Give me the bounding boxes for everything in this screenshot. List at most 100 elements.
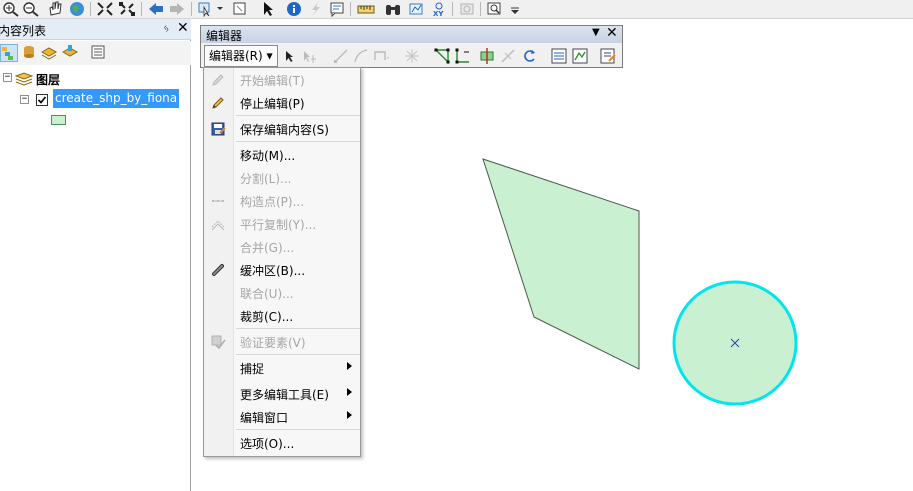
menu-item-label: 缓冲区(B)... [240,264,306,278]
layer-symbol-swatch[interactable] [51,115,66,125]
measure-icon[interactable] [357,1,375,17]
forward-arrow-icon[interactable] [168,1,186,17]
sketch-properties-icon[interactable] [571,47,589,65]
reshape-feature-icon[interactable] [454,47,472,65]
chevron-down-icon: ▼ [266,51,273,61]
menu-item[interactable]: 平行复制(Y)... [204,213,360,235]
edit-annotation-tool-icon[interactable] [300,47,318,65]
toolbar-separator [90,2,91,16]
menu-item[interactable]: 构造点(P)... [204,190,360,212]
submenu-arrow-icon [347,362,352,370]
submenu-arrow-icon [347,388,352,396]
menu-item-label: 合并(G)... [240,241,295,255]
go-to-xy-icon[interactable]: XY [430,1,448,17]
copy-parallel-icon [210,216,226,232]
create-features-icon[interactable] [599,47,617,65]
select-elements-arrow-icon[interactable] [258,1,276,17]
list-by-selection-icon[interactable] [62,44,80,62]
layers-root-label[interactable]: 图层 [36,71,60,88]
toc-title: 内容列表 [0,24,47,38]
buffer-icon [210,262,226,278]
edit-tool-arrow-icon[interactable] [280,47,298,65]
menu-item-label: 停止编辑(P) [240,97,305,111]
svg-text:XY: XY [433,10,444,17]
menu-item[interactable]: 选项(O)... [204,432,360,454]
back-arrow-icon[interactable] [147,1,165,17]
menu-item[interactable]: 合并(G)... [204,236,360,258]
end-point-arc-icon[interactable] [352,47,370,65]
zoom-in-icon[interactable] [2,1,20,17]
zoom-out-icon[interactable] [22,1,40,17]
toolbar-separator [350,2,351,16]
menu-item[interactable]: 移动(M)... [204,144,360,166]
close-icon[interactable]: ✕ [606,25,618,41]
menu-item[interactable]: 开始编辑(T) [204,69,360,91]
toolbar-options-chevron-icon[interactable] [506,1,519,17]
menu-separator [236,141,360,142]
cut-polygons-icon[interactable] [478,47,496,65]
time-slider-icon[interactable] [458,1,476,17]
pin-icon[interactable]: ᛃ [163,22,170,35]
menu-item-label: 选项(O)... [240,437,295,451]
toolbar-separator [191,2,192,16]
identify-icon[interactable] [285,1,303,17]
create-viewer-window-icon[interactable] [485,1,503,17]
menu-item[interactable]: 编辑窗口 [204,406,360,428]
toolbar-separator [452,2,453,16]
hyperlink-icon[interactable] [306,1,324,17]
menu-item[interactable]: 裁剪(C)... [204,305,360,327]
layer-visibility-checkbox[interactable] [36,94,48,106]
full-extent-globe-icon[interactable] [68,1,86,17]
chevron-down-icon[interactable] [214,1,232,17]
split-tool-icon[interactable] [499,47,517,65]
polygon-feature[interactable] [482,158,640,370]
menu-item[interactable]: 捕捉 [204,357,360,379]
menu-item-label: 裁剪(C)... [240,310,294,324]
select-features-icon[interactable] [196,1,214,17]
menu-item[interactable]: 保存编辑内容(S) [204,118,360,140]
trace-tool-icon[interactable] [372,47,390,65]
edit-vertices-icon[interactable] [433,47,451,65]
editor-toolbar-title-bar[interactable]: 编辑器 ▼ ✕ [201,25,622,43]
collapse-layer-expander[interactable]: − [20,95,29,104]
editor-dropdown-label: 编辑器(R) [209,49,263,63]
stop-edit-pencil-icon [210,95,226,111]
collapse-layers-expander[interactable]: − [3,73,12,82]
menu-item[interactable]: 停止编辑(P) [204,92,360,114]
toolbar-menu-chevron-icon[interactable]: ▼ [592,27,600,38]
editor-toolbar: 编辑器 ▼ ✕ 编辑器(R) ▼ [200,25,623,68]
toc-options-icon[interactable] [90,44,108,62]
html-popup-icon[interactable] [328,1,346,17]
pan-hand-icon[interactable] [46,1,64,17]
clear-selection-icon[interactable] [231,1,249,17]
validate-features-icon [210,334,226,350]
list-by-drawing-order-icon[interactable] [0,44,18,62]
list-by-source-icon[interactable] [21,44,39,62]
menu-item[interactable]: 联合(U)... [204,282,360,304]
menu-item-label: 更多编辑工具(E) [240,388,329,402]
menu-item[interactable]: 缓冲区(B)... [204,259,360,281]
fixed-zoom-in-icon[interactable] [96,1,114,17]
menu-item-label: 联合(U)... [240,287,294,301]
editor-toolbar-title: 编辑器 [206,29,243,43]
list-by-visibility-icon[interactable] [41,44,59,62]
point-tool-icon[interactable] [403,47,421,65]
toolbar-separator [141,2,142,16]
fixed-zoom-out-icon[interactable] [118,1,136,17]
menu-item[interactable]: 分割(L)... [204,167,360,189]
rotate-tool-icon[interactable] [521,47,539,65]
menu-item[interactable]: 验证要素(V) [204,331,360,353]
layer-name-create-shp-by-fiona[interactable]: create_shp_by_fiona [53,89,180,108]
pencil-icon [210,72,226,88]
menu-item[interactable]: 更多编辑工具(E) [204,383,360,405]
close-icon[interactable]: ✕ [177,20,189,36]
menu-separator [236,354,360,355]
find-route-icon[interactable] [407,1,425,17]
straight-segment-icon[interactable] [332,47,350,65]
menu-item-label: 分割(L)... [240,172,292,186]
standard-toolbar: XY [0,0,913,19]
editor-dropdown-button[interactable]: 编辑器(R) ▼ [204,45,278,67]
toc-title-bar: 内容列表 ᛃ ✕ [0,19,191,40]
find-binoculars-icon[interactable] [384,1,402,17]
attributes-window-icon[interactable] [550,47,568,65]
